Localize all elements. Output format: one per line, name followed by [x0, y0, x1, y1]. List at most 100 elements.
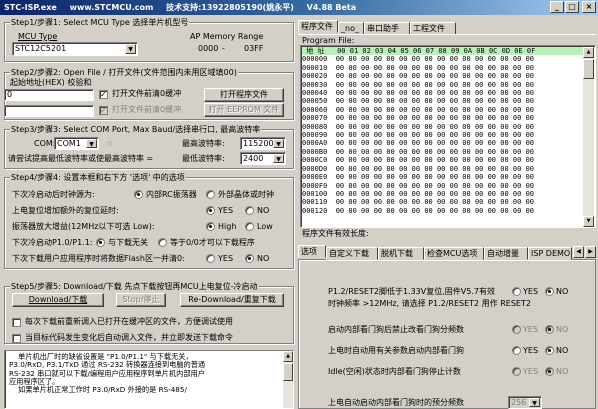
- hex-cell[interactable]: 00: [488, 106, 501, 114]
- hex-cell[interactable]: 00: [450, 81, 463, 89]
- hex-cell[interactable]: 00: [526, 165, 539, 173]
- hex-cell[interactable]: 00: [361, 182, 374, 190]
- hex-cell[interactable]: 00: [374, 139, 387, 147]
- clock-external-radio[interactable]: [206, 190, 215, 199]
- hex-cell[interactable]: 00: [488, 148, 501, 156]
- hex-cell[interactable]: 00: [513, 97, 526, 105]
- hex-cell[interactable]: 00: [513, 123, 526, 131]
- hex-cell[interactable]: 00: [412, 165, 425, 173]
- reset-delay-yes-radio[interactable]: [206, 206, 215, 215]
- hex-cell[interactable]: 00: [361, 139, 374, 147]
- hex-cell[interactable]: 00: [424, 182, 437, 190]
- hex-cell[interactable]: 00: [500, 165, 513, 173]
- hex-cell[interactable]: 00: [336, 207, 349, 215]
- hex-cell[interactable]: 00: [412, 64, 425, 72]
- hex-cell[interactable]: 00: [500, 72, 513, 80]
- hex-cell[interactable]: 00: [386, 148, 399, 156]
- hex-cell[interactable]: 00: [437, 139, 450, 147]
- hex-cell[interactable]: 00: [361, 207, 374, 215]
- hex-cell[interactable]: 00: [513, 165, 526, 173]
- hex-cell[interactable]: 00: [336, 81, 349, 89]
- hex-cell[interactable]: 00: [462, 190, 475, 198]
- hex-cell[interactable]: 00: [386, 156, 399, 164]
- hex-cell[interactable]: 00: [399, 72, 412, 80]
- eeprom-addr-input[interactable]: [4, 105, 94, 117]
- hex-cell[interactable]: 00: [336, 72, 349, 80]
- hex-cell[interactable]: 00: [513, 173, 526, 181]
- hex-cell[interactable]: 00: [488, 72, 501, 80]
- hex-cell[interactable]: 00: [462, 131, 475, 139]
- hex-cell[interactable]: 00: [437, 106, 450, 114]
- hex-cell[interactable]: 00: [399, 207, 412, 215]
- hex-cell[interactable]: 00: [526, 106, 539, 114]
- hex-cell[interactable]: 00: [513, 114, 526, 122]
- hex-cell[interactable]: 00: [424, 139, 437, 147]
- hex-cell[interactable]: 00: [488, 156, 501, 164]
- hex-cell[interactable]: 00: [336, 198, 349, 206]
- hex-cell[interactable]: 00: [437, 55, 450, 63]
- hex-cell[interactable]: 00: [424, 114, 437, 122]
- chevron-down-icon[interactable]: ▼: [273, 139, 284, 148]
- hex-cell[interactable]: 00: [450, 139, 463, 147]
- flash-clear-no-radio[interactable]: [245, 254, 254, 263]
- hex-cell[interactable]: 00: [475, 207, 488, 215]
- hex-cell[interactable]: 00: [500, 55, 513, 63]
- hex-cell[interactable]: 00: [488, 123, 501, 131]
- hex-cell[interactable]: 00: [399, 148, 412, 156]
- hex-cell[interactable]: 00: [424, 173, 437, 181]
- osc-gain-low-radio[interactable]: [245, 222, 254, 231]
- tab-options[interactable]: 选项: [298, 245, 326, 258]
- hex-cell[interactable]: 00: [462, 114, 475, 122]
- hex-cell[interactable]: 00: [348, 106, 361, 114]
- hex-cell[interactable]: 00: [412, 173, 425, 181]
- hex-cell[interactable]: 00: [374, 97, 387, 105]
- hex-cell[interactable]: 00: [526, 72, 539, 80]
- scroll-up-icon[interactable]: ▲: [283, 351, 293, 362]
- hex-cell[interactable]: 00: [424, 123, 437, 131]
- hex-cell[interactable]: 00: [526, 139, 539, 147]
- hex-cell[interactable]: 00: [513, 190, 526, 198]
- hex-cell[interactable]: 00: [374, 55, 387, 63]
- hex-view[interactable]: 地 址 00 01 02 03 04 05 06 07 08 09 0A 0B …: [302, 47, 583, 227]
- hex-cell[interactable]: 00: [399, 165, 412, 173]
- hex-cell[interactable]: 00: [462, 207, 475, 215]
- hex-cell[interactable]: 00: [386, 89, 399, 97]
- memo-scroll-thumb[interactable]: [283, 363, 293, 381]
- auto-reload-checkbox[interactable]: [12, 334, 21, 343]
- hex-cell[interactable]: 00: [399, 55, 412, 63]
- chevron-down-icon[interactable]: ▼: [86, 139, 97, 148]
- hex-cell[interactable]: 00: [475, 55, 488, 63]
- hex-cell[interactable]: 00: [361, 173, 374, 181]
- hex-cell[interactable]: 00: [336, 123, 349, 131]
- hex-cell[interactable]: 00: [374, 64, 387, 72]
- hex-cell[interactable]: 00: [513, 131, 526, 139]
- hex-cell[interactable]: 00: [348, 89, 361, 97]
- hex-cell[interactable]: 00: [424, 156, 437, 164]
- scroll-up-icon[interactable]: ▲: [583, 47, 594, 58]
- hex-cell[interactable]: 00: [336, 106, 349, 114]
- hex-cell[interactable]: 00: [386, 207, 399, 215]
- tab-scroll-left-icon[interactable]: ◀: [573, 246, 584, 258]
- hex-cell[interactable]: 00: [462, 182, 475, 190]
- hex-cell[interactable]: 00: [450, 64, 463, 72]
- hex-cell[interactable]: 00: [336, 55, 349, 63]
- hex-cell[interactable]: 00: [399, 182, 412, 190]
- hex-cell[interactable]: 00: [348, 182, 361, 190]
- p10-independent-radio[interactable]: [96, 238, 105, 247]
- hex-cell[interactable]: 00: [450, 173, 463, 181]
- hex-cell[interactable]: 00: [348, 64, 361, 72]
- hex-cell[interactable]: 00: [336, 131, 349, 139]
- hex-cell[interactable]: 00: [526, 123, 539, 131]
- hex-cell[interactable]: 00: [526, 182, 539, 190]
- hex-cell[interactable]: 00: [437, 148, 450, 156]
- hex-cell[interactable]: 00: [437, 190, 450, 198]
- hex-cell[interactable]: 00: [526, 114, 539, 122]
- hex-cell[interactable]: 00: [424, 131, 437, 139]
- hex-cell[interactable]: 00: [488, 182, 501, 190]
- hex-cell[interactable]: 00: [361, 198, 374, 206]
- hex-cell[interactable]: 00: [412, 81, 425, 89]
- hex-cell[interactable]: 00: [450, 165, 463, 173]
- wdt-auto-no-radio[interactable]: [545, 346, 554, 355]
- hex-cell[interactable]: 00: [475, 156, 488, 164]
- chevron-down-icon[interactable]: ▼: [273, 154, 284, 163]
